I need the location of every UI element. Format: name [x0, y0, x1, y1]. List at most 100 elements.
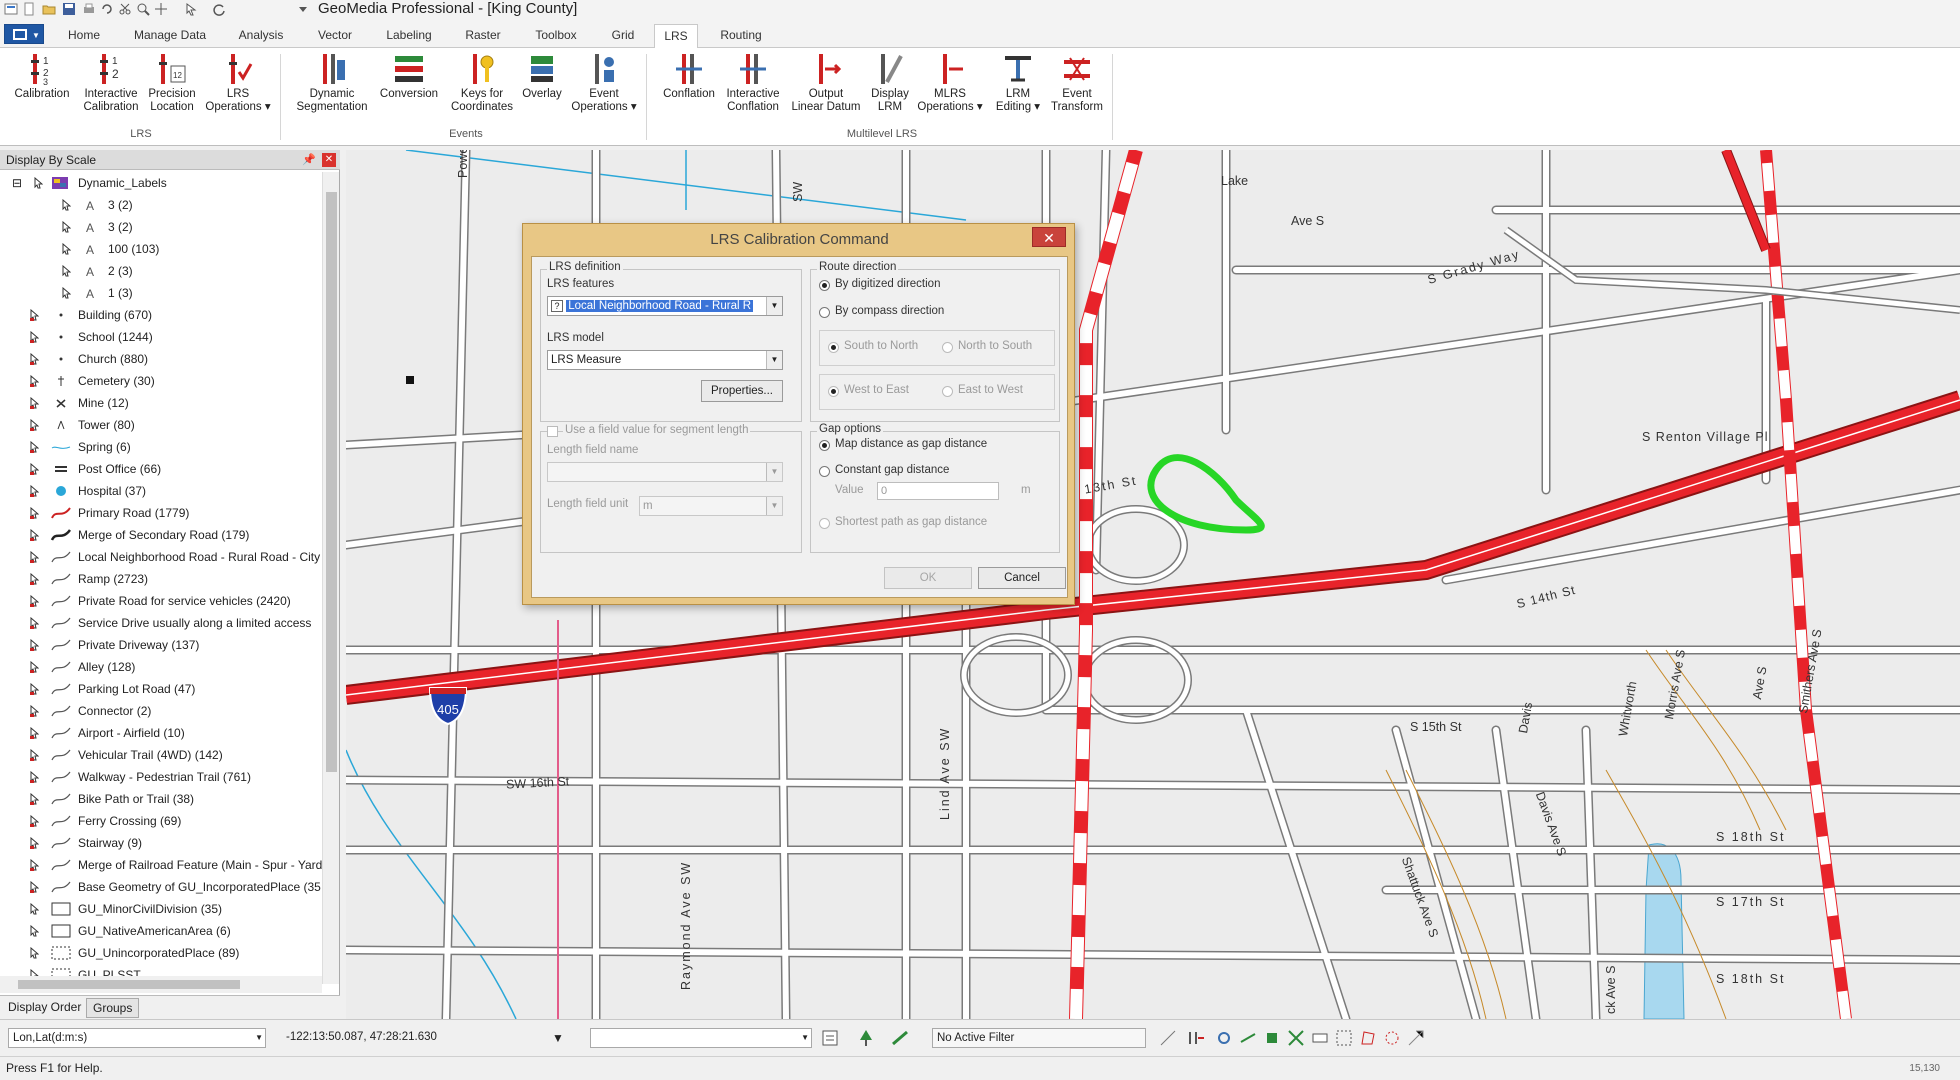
snap-vertex-icon[interactable] — [1214, 1028, 1234, 1048]
legend-row[interactable]: Tower (80) — [0, 414, 322, 436]
legend-row[interactable]: A 3 (2) — [0, 216, 322, 238]
conflation-button[interactable]: Conflation — [654, 52, 724, 130]
snap-polygon-icon[interactable] — [1358, 1028, 1378, 1048]
legend-row[interactable]: Alley (128) — [0, 656, 322, 678]
interactive-calibration-button[interactable]: 12 Interactive Calibration — [78, 52, 144, 130]
event-operations-button[interactable]: Event Operations ▾ — [568, 52, 640, 130]
lrs-model-combo[interactable]: LRS Measure ▼ — [547, 350, 783, 370]
tab-manage-data[interactable]: Manage Data — [124, 24, 216, 48]
tab-vector[interactable]: Vector — [306, 24, 364, 48]
overlay-button[interactable]: Overlay — [518, 52, 566, 130]
legend-row[interactable]: A 3 (2) — [0, 194, 322, 216]
conversion-button[interactable]: Conversion — [378, 52, 440, 130]
legend-row[interactable]: Base Geometry of GU_IncorporatedPlace (3… — [0, 876, 322, 898]
lrs-operations-button[interactable]: LRS Operations ▾ — [204, 52, 272, 130]
snap-area-icon[interactable] — [1334, 1028, 1354, 1048]
legend-row[interactable]: Building (670) — [0, 304, 322, 326]
tab-labeling[interactable]: Labeling — [374, 24, 444, 48]
output-linear-datum-button[interactable]: Output Linear Datum — [786, 52, 866, 130]
ok-button[interactable]: OK — [884, 567, 972, 589]
dynamic-segmentation-button[interactable]: Dynamic Segmentation — [290, 52, 374, 130]
by-compass-direction-radio[interactable] — [819, 307, 830, 318]
tab-analysis[interactable]: Analysis — [226, 24, 296, 48]
legend-row[interactable]: Stairway (9) — [0, 832, 322, 854]
properties-button[interactable]: Properties... — [701, 380, 783, 402]
legend-row[interactable]: Connector (2) — [0, 700, 322, 722]
snap-options-icon[interactable] — [1406, 1028, 1426, 1048]
legend-row[interactable]: Bike Path or Trail (38) — [0, 788, 322, 810]
measure-icon[interactable] — [1158, 1028, 1178, 1048]
snap-midpoint-icon[interactable] — [1238, 1028, 1258, 1048]
legend-row[interactable]: GU_NativeAmericanArea (6) — [0, 920, 322, 942]
calibration-button[interactable]: 123 Calibration — [6, 52, 78, 130]
legend-row[interactable]: Vehicular Trail (4WD) (142) — [0, 744, 322, 766]
legend-row[interactable]: Ramp (2723) — [0, 568, 322, 590]
map-window[interactable]: 405 Powell Ave SW Lake Ave S S Grady Way… — [346, 150, 1960, 1019]
legend-row[interactable]: Service Drive usually along a limited ac… — [0, 612, 322, 634]
lrm-editing-button[interactable]: LRM Editing ▾ — [988, 52, 1048, 130]
event-transform-button[interactable]: Event Transform — [1046, 52, 1108, 130]
snap-icon[interactable] — [1186, 1028, 1206, 1048]
apply-filter-icon[interactable] — [890, 1028, 910, 1048]
constant-gap-radio[interactable] — [819, 466, 830, 477]
legend-row[interactable]: Local Neighborhood Road - Rural Road - C… — [0, 546, 322, 568]
coordinate-system-combo[interactable]: Lon,Lat(d:m:s) ▼ — [8, 1028, 266, 1048]
cut-icon[interactable] — [118, 2, 132, 16]
legend-row[interactable]: A 100 (103) — [0, 238, 322, 260]
length-field-unit-combo[interactable]: m ▼ — [639, 496, 783, 516]
tab-display-order[interactable]: Display Order — [2, 998, 87, 1018]
vertical-scrollbar[interactable] — [322, 172, 339, 984]
save-icon[interactable] — [62, 2, 76, 16]
dialog-close-button[interactable]: ✕ — [1032, 227, 1066, 247]
mlrs-operations-button[interactable]: MLRS Operations ▾ — [914, 52, 986, 130]
legend-row[interactable]: Mine (12) — [0, 392, 322, 414]
tab-groups[interactable]: Groups — [86, 998, 140, 1018]
select-tool-icon[interactable] — [184, 2, 198, 16]
use-field-value-checkbox[interactable] — [547, 426, 558, 437]
legend-row[interactable]: A 2 (3) — [0, 260, 322, 282]
print-icon[interactable] — [82, 2, 96, 16]
length-field-name-combo[interactable]: ▼ — [547, 462, 783, 482]
gap-value-input[interactable]: 0 — [877, 482, 999, 500]
legend-row[interactable]: Merge of Railroad Feature (Main - Spur -… — [0, 854, 322, 876]
north-to-south-radio[interactable] — [942, 342, 953, 353]
legend-row[interactable]: Parking Lot Road (47) — [0, 678, 322, 700]
shortest-path-radio[interactable] — [819, 518, 830, 529]
open-folder-icon[interactable] — [42, 2, 56, 16]
legend-row[interactable]: Walkway - Pedestrian Trail (761) — [0, 766, 322, 788]
new-document-icon[interactable] — [22, 2, 36, 16]
tree-filter-icon[interactable] — [856, 1028, 876, 1048]
file-menu-button[interactable]: ▼ — [4, 24, 44, 44]
map-distance-radio[interactable] — [819, 440, 830, 451]
legend-row[interactable]: A 1 (3) — [0, 282, 322, 304]
tab-raster[interactable]: Raster — [454, 24, 512, 48]
snap-end-icon[interactable] — [1262, 1028, 1282, 1048]
quick-access-menu-icon[interactable] — [296, 2, 310, 16]
lrs-features-combo[interactable]: ? Local Neighborhood Road - Rural R ▼ — [547, 296, 783, 316]
tab-home[interactable]: Home — [54, 24, 114, 48]
legend-row[interactable]: Ferry Crossing (69) — [0, 810, 322, 832]
west-to-east-radio[interactable] — [828, 386, 839, 397]
close-icon[interactable]: ✕ — [322, 153, 336, 167]
legend-row[interactable]: Private Driveway (137) — [0, 634, 322, 656]
scroll-thumb[interactable] — [326, 192, 337, 772]
display-lrm-button[interactable]: Display LRM — [862, 52, 918, 130]
legend-row[interactable]: Cemetery (30) — [0, 370, 322, 392]
zoom-icon[interactable] — [136, 2, 150, 16]
undo-icon[interactable] — [100, 2, 114, 16]
snap-circle-icon[interactable] — [1382, 1028, 1402, 1048]
scroll-thumb[interactable] — [18, 980, 240, 989]
tab-grid[interactable]: Grid — [600, 24, 646, 48]
cancel-button[interactable]: Cancel — [978, 567, 1066, 589]
tab-lrs[interactable]: LRS — [654, 24, 698, 49]
legend-row[interactable]: GU_MinorCivilDivision (35) — [0, 898, 322, 920]
precision-location-button[interactable]: 12 Precision Location — [142, 52, 202, 130]
coordinate-menu-icon[interactable]: ▼ — [552, 1028, 572, 1048]
east-to-west-radio[interactable] — [942, 386, 953, 397]
legend-row[interactable]: Primary Road (1779) — [0, 502, 322, 524]
tab-toolbox[interactable]: Toolbox — [522, 24, 590, 48]
filter-properties-icon[interactable] — [820, 1028, 840, 1048]
snap-intersection-icon[interactable] — [1286, 1028, 1306, 1048]
legend-row[interactable]: Merge of Secondary Road (179) — [0, 524, 322, 546]
collapse-icon[interactable]: ⊟ — [12, 172, 22, 194]
